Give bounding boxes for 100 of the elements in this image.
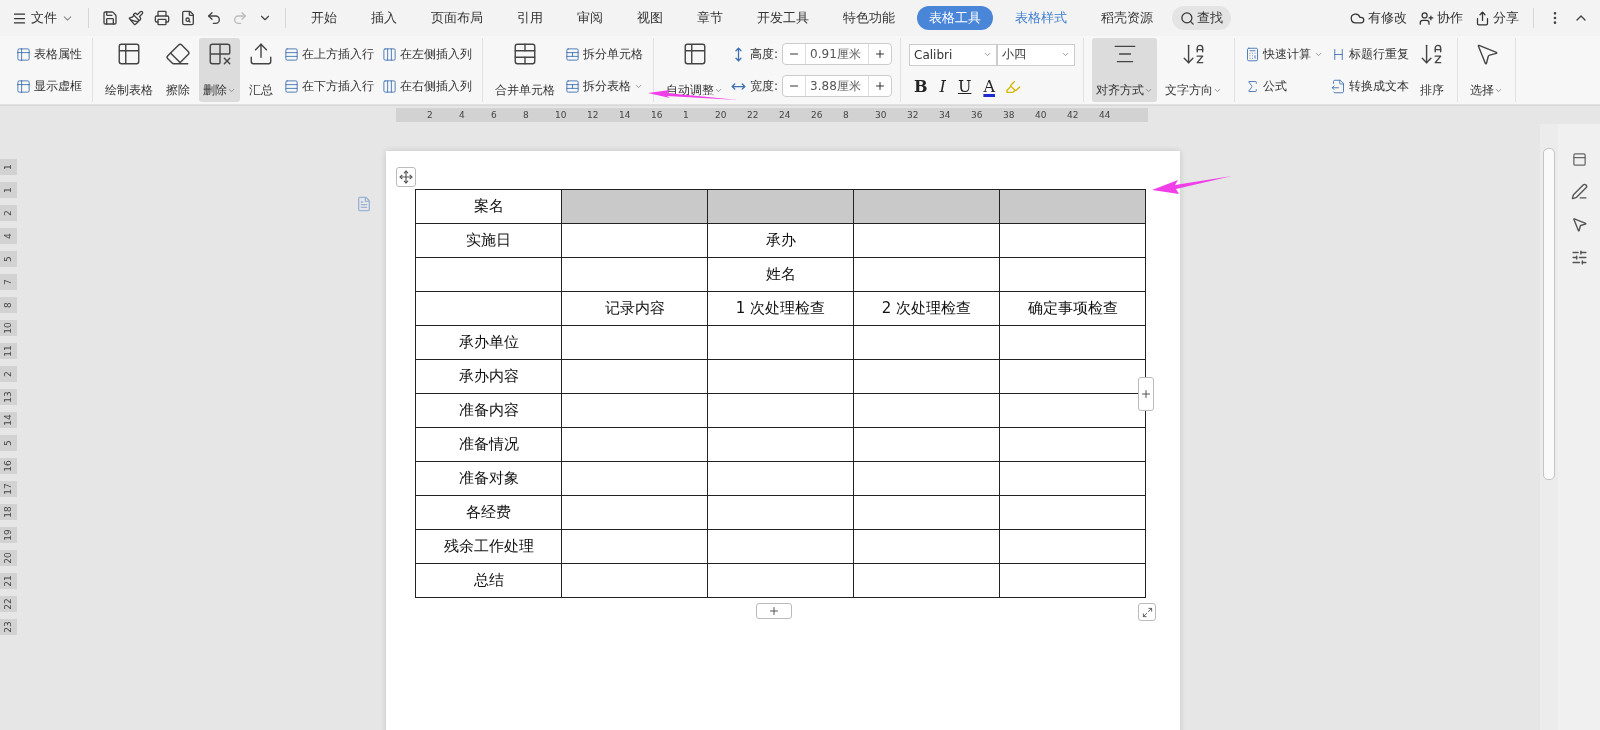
ribbon-button[interactable]: 对齐方式 <box>1092 38 1158 102</box>
ribbon-tab[interactable]: 表格工具 <box>917 6 993 30</box>
format-button[interactable]: A <box>978 77 1000 96</box>
ribbon-icon <box>1331 78 1347 94</box>
ribbon-tab[interactable]: 特色功能 <box>831 6 907 30</box>
top-action-button[interactable]: 有修改 <box>1346 7 1411 29</box>
size-select[interactable]: 小四 <box>997 43 1076 66</box>
ribbon-button[interactable]: 擦除 <box>161 38 195 102</box>
ruler-number: 5 <box>0 251 17 267</box>
resize-icon <box>1141 606 1153 618</box>
ribbon-button[interactable]: 删除 <box>199 38 240 102</box>
resize-handle[interactable] <box>1138 603 1156 621</box>
ribbon-tab[interactable]: 页面布局 <box>419 6 495 30</box>
ruler-number: 11 <box>0 343 17 359</box>
format-button[interactable]: B <box>909 77 933 96</box>
ribbon-icon <box>116 41 142 67</box>
ribbon-button[interactable]: 选择 <box>1466 38 1508 102</box>
ruler-number: 5 <box>0 435 17 451</box>
ribbon-button[interactable]: 快速计算 <box>1243 44 1326 64</box>
table-cell: 承办 <box>707 223 854 258</box>
ribbon-tab[interactable]: 引用 <box>505 6 555 30</box>
caret-icon <box>983 50 993 59</box>
ribbon-icon <box>565 46 580 62</box>
ruler-number: 16 <box>0 458 17 474</box>
search-button[interactable]: 查找 <box>1172 6 1231 30</box>
table-cell: 1 次处理检查 <box>707 291 854 326</box>
ribbon-tab[interactable]: 章节 <box>685 6 735 30</box>
ruler-number: 20 <box>0 550 17 566</box>
ribbon-tab[interactable]: 开发工具 <box>745 6 821 30</box>
ribbon-button[interactable]: 转换成文本 <box>1329 76 1412 96</box>
ribbon-icon <box>16 78 31 94</box>
table-cell: 案名 <box>415 189 562 224</box>
cloud-icon <box>1350 10 1365 26</box>
ribbon-icon <box>382 78 397 94</box>
font-select[interactable]: Calibri <box>909 43 998 66</box>
plus-icon <box>768 605 780 617</box>
ribbon-tab[interactable]: 视图 <box>625 6 675 30</box>
ribbon-icon <box>512 41 538 67</box>
ribbon-tab[interactable]: 表格样式 <box>1003 6 1079 30</box>
table-cell: 各经费 <box>415 495 562 530</box>
pen-icon[interactable] <box>1570 183 1588 200</box>
ribbon-button[interactable]: 文字方向 <box>1161 38 1227 102</box>
format-button[interactable]: U <box>952 77 977 96</box>
table-cell: 姓名 <box>707 257 854 292</box>
scrollbar-thumb[interactable] <box>1543 148 1555 480</box>
table-cell: 承办内容 <box>415 359 562 394</box>
move-handle[interactable] <box>396 167 416 187</box>
format-button[interactable]: I <box>934 77 951 96</box>
ribbon-tab[interactable]: 开始 <box>299 6 349 30</box>
ribbon-button[interactable]: 在上方插入行 <box>282 44 376 64</box>
sliders-icon[interactable] <box>1570 249 1588 266</box>
cursor-icon[interactable] <box>1570 216 1588 233</box>
table-cell: 实施日 <box>415 223 562 258</box>
table-cell: 记录内容 <box>561 291 708 326</box>
plus-icon <box>1140 388 1152 400</box>
file-menu[interactable]: 文件 <box>8 7 78 29</box>
ruler-number: 7 <box>0 274 17 290</box>
caret-icon <box>1061 50 1071 59</box>
ribbon-icon <box>16 46 31 62</box>
ruler-number: 13 <box>0 389 17 405</box>
table-cell: 2 次处理检查 <box>853 291 1000 326</box>
ribbon-icon <box>284 46 299 62</box>
ribbon-tab[interactable]: 插入 <box>359 6 409 30</box>
ruler-number: 8 <box>0 297 17 313</box>
ribbon-icon <box>565 78 580 94</box>
ruler-number: 2 <box>0 205 17 221</box>
spin-field[interactable]: 3.88厘米 <box>782 75 893 97</box>
ribbon-button[interactable]: 在右侧插入列 <box>380 76 474 96</box>
panel-icon[interactable] <box>1571 152 1587 167</box>
ribbon-button[interactable]: 合并单元格 <box>491 38 559 102</box>
table-cell: 准备情况 <box>415 427 562 462</box>
ribbon-button[interactable]: 显示虚框 <box>14 76 84 96</box>
top-action-button[interactable]: 分享 <box>1471 7 1523 29</box>
ruler-number: 22 <box>0 596 17 612</box>
ribbon-button[interactable]: 拆分表格 <box>563 76 645 96</box>
ribbon-button[interactable]: 表格属性 <box>14 44 84 64</box>
ruler-number: 1 <box>0 159 17 175</box>
ruler-number: 10 <box>0 320 17 336</box>
ribbon-icon <box>248 41 274 67</box>
horizontal-ruler: 2 4 6 8 10 12 14 16 1 20 22 24 26 8 30 32 34 36 38 40 42 44 <box>396 108 1148 122</box>
ribbon-button[interactable]: 汇总 <box>244 38 278 102</box>
ribbon-button[interactable]: 在左侧插入列 <box>380 44 474 64</box>
ribbon-button[interactable]: 拆分单元格 <box>563 44 645 64</box>
ribbon-icon <box>1245 46 1261 62</box>
top-action-button[interactable]: 协作 <box>1415 7 1467 29</box>
ribbon-button[interactable]: 绘制表格 <box>101 38 157 102</box>
ruler-number: 19 <box>0 527 17 543</box>
move-icon <box>399 170 413 184</box>
ruler-number: 18 <box>0 504 17 520</box>
search-icon <box>1180 10 1195 26</box>
ribbon-button[interactable]: 在下方插入行 <box>282 76 376 96</box>
ruler-number: 17 <box>0 481 17 497</box>
menu-icon <box>12 10 27 26</box>
ribbon-button[interactable]: 排序 <box>1415 38 1450 102</box>
ribbon-tab[interactable]: 稻壳资源 <box>1089 6 1165 30</box>
spin-field[interactable]: 0.91厘米 <box>782 43 893 65</box>
ruler-number: 2 <box>0 366 17 382</box>
ribbon-button[interactable]: 公式 <box>1243 76 1326 96</box>
ribbon-button[interactable]: 标题行重复 <box>1329 44 1412 64</box>
ribbon-tab[interactable]: 审阅 <box>565 6 615 30</box>
